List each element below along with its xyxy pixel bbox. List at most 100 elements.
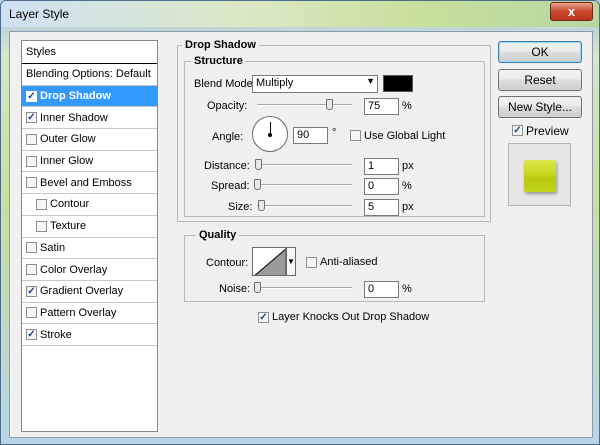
styles-list-item[interactable]: Bevel and Emboss — [22, 172, 157, 195]
styles-list-item-label: Satin — [40, 241, 66, 254]
styles-list-item[interactable]: Stroke — [22, 324, 157, 346]
style-checkbox[interactable] — [26, 307, 37, 319]
style-checkbox[interactable] — [26, 155, 37, 167]
reset-button[interactable]: Reset — [498, 69, 582, 91]
styles-list-item-label: Bevel and Emboss — [40, 176, 132, 189]
styles-list-item[interactable]: Outer Glow — [22, 129, 157, 151]
opacity-unit: % — [402, 100, 412, 112]
styles-items: Blending Options: Default Drop Shadow Inne… — [22, 64, 157, 346]
styles-list-item-label: Stroke — [40, 328, 72, 341]
noise-label: Noise: — [219, 283, 251, 295]
angle-input[interactable]: 90 — [293, 127, 328, 144]
noise-slider-track[interactable] — [257, 287, 352, 289]
dialog-body: Styles Blending Options: Default Drop Sha… — [9, 31, 593, 438]
styles-list-item[interactable]: Pattern Overlay — [22, 303, 157, 325]
use-global-light-checkbox[interactable] — [350, 130, 361, 141]
chevron-down-icon: ▼ — [366, 76, 375, 86]
spread-input[interactable]: 0 — [364, 178, 399, 195]
styles-list-item-label: Inner Glow — [40, 155, 94, 168]
noise-unit: % — [402, 283, 412, 295]
preview-swatch — [524, 160, 556, 192]
ok-button[interactable]: OK — [498, 41, 582, 63]
quality-title: Quality — [196, 229, 240, 241]
styles-list-item[interactable]: Blending Options: Default — [22, 64, 157, 86]
contour-dropdown[interactable]: ▼ — [286, 247, 296, 276]
angle-unit: ° — [332, 127, 337, 139]
styles-list-item-label: Blending Options: Default — [26, 68, 151, 81]
styles-list-item[interactable]: Inner Shadow — [22, 107, 157, 130]
drop-shadow-title: Drop Shadow — [182, 39, 259, 51]
title-bar[interactable]: Layer Style x — [1, 1, 599, 27]
noise-input[interactable]: 0 — [364, 281, 399, 298]
distance-unit: px — [402, 160, 414, 172]
opacity-slider-track[interactable] — [257, 104, 352, 106]
blend-mode-value: Multiply — [256, 77, 294, 89]
size-input[interactable]: 5 — [364, 199, 399, 216]
size-unit: px — [402, 201, 414, 213]
distance-label: Distance: — [204, 160, 250, 172]
size-label: Size: — [228, 201, 253, 213]
shadow-color-swatch[interactable] — [383, 75, 413, 92]
styles-list-item[interactable]: Color Overlay — [22, 259, 157, 281]
structure-title: Structure — [191, 55, 246, 67]
style-checkbox[interactable] — [26, 133, 37, 145]
blend-mode-select[interactable]: Multiply ▼ — [252, 75, 378, 93]
window-title: Layer Style — [9, 7, 70, 21]
styles-list-item-label: Drop Shadow — [40, 90, 111, 103]
style-checkbox[interactable] — [26, 90, 37, 102]
styles-list-item-label: Pattern Overlay — [40, 306, 117, 319]
style-checkbox[interactable] — [26, 242, 37, 254]
style-checkbox[interactable] — [36, 220, 47, 232]
styles-list-item[interactable]: Contour — [22, 194, 157, 216]
chevron-down-icon: ▼ — [287, 257, 295, 266]
knockout-label[interactable]: Layer Knocks Out Drop Shadow — [272, 311, 429, 323]
styles-list-item[interactable]: Inner Glow — [22, 151, 157, 173]
style-checkbox[interactable] — [26, 177, 37, 189]
styles-list-item-label: Color Overlay — [40, 263, 108, 276]
spread-unit: % — [402, 180, 412, 192]
style-preview-thumbnail — [508, 143, 571, 206]
spread-slider-thumb[interactable] — [254, 179, 261, 190]
new-style-button[interactable]: New Style... — [498, 96, 582, 118]
styles-list-item[interactable]: Gradient Overlay — [22, 281, 157, 303]
spread-label: Spread: — [211, 180, 250, 192]
distance-slider-thumb[interactable] — [255, 159, 262, 170]
angle-dial[interactable] — [252, 116, 288, 152]
style-checkbox[interactable] — [26, 112, 37, 124]
layer-style-window: Layer Style x Styles Blending Options: D… — [0, 0, 600, 445]
styles-list-item[interactable]: Texture — [22, 216, 157, 238]
contour-curve-icon — [254, 249, 285, 275]
distance-slider-track[interactable] — [257, 164, 352, 166]
size-slider-track[interactable] — [257, 205, 352, 207]
styles-list: Styles Blending Options: Default Drop Sha… — [21, 40, 158, 432]
style-checkbox[interactable] — [26, 285, 37, 297]
angle-label: Angle: — [212, 131, 244, 143]
close-button[interactable]: x — [550, 2, 593, 21]
preview-label[interactable]: Preview — [526, 124, 569, 138]
styles-list-header[interactable]: Styles — [22, 41, 157, 64]
style-checkbox[interactable] — [26, 329, 37, 341]
opacity-slider-thumb[interactable] — [326, 99, 333, 110]
anti-aliased-label[interactable]: Anti-aliased — [320, 256, 377, 268]
style-checkbox[interactable] — [36, 198, 47, 210]
noise-slider-thumb[interactable] — [254, 282, 261, 293]
spread-slider-track[interactable] — [257, 184, 352, 186]
blend-mode-label: Blend Mode: — [194, 78, 256, 90]
styles-list-item-label: Texture — [50, 220, 87, 233]
styles-list-item-label: Contour — [50, 198, 90, 211]
styles-list-item[interactable]: Drop Shadow — [22, 85, 157, 108]
distance-input[interactable]: 1 — [364, 158, 399, 175]
style-checkbox[interactable] — [26, 264, 37, 276]
knockout-checkbox[interactable] — [258, 312, 269, 323]
contour-label: Contour: — [206, 257, 249, 269]
styles-list-item-label: Gradient Overlay — [40, 285, 124, 298]
angle-dial-center — [268, 133, 272, 137]
opacity-label: Opacity: — [207, 100, 248, 112]
size-slider-thumb[interactable] — [258, 200, 265, 211]
use-global-light-label[interactable]: Use Global Light — [364, 130, 445, 142]
contour-preview[interactable] — [252, 247, 286, 276]
styles-list-item[interactable]: Satin — [22, 238, 157, 260]
preview-checkbox[interactable] — [512, 125, 523, 136]
anti-aliased-checkbox[interactable] — [306, 257, 317, 268]
opacity-input[interactable]: 75 — [364, 98, 399, 115]
